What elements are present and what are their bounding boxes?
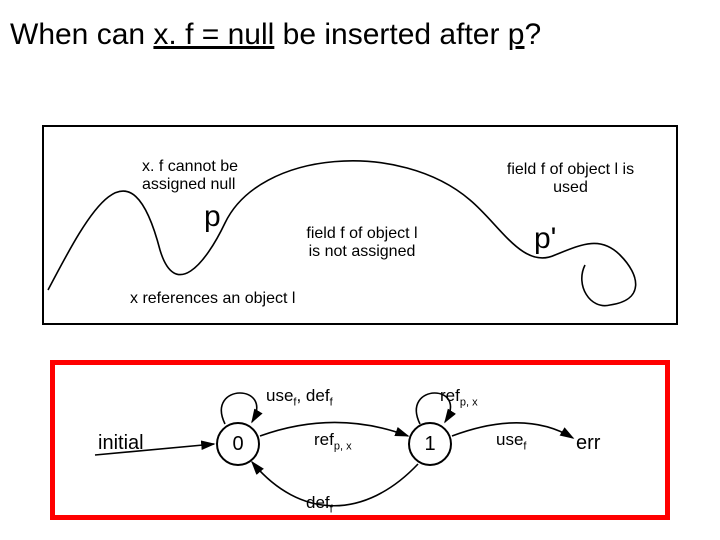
annotation-not-assigned: field f of object lis not assigned xyxy=(282,225,442,260)
title-u1: x. f = null xyxy=(153,18,274,51)
label-refpx-loop: refp, x xyxy=(440,386,478,408)
state-err: err xyxy=(576,432,600,455)
p-label: p xyxy=(204,200,221,234)
label-deff: deff xyxy=(306,493,333,515)
annotation-references: x references an object l xyxy=(130,290,295,308)
slide-title: When can x. f = null be inserted after p… xyxy=(10,18,541,52)
title-mid: be inserted after xyxy=(274,18,507,51)
title-pre: When can xyxy=(10,18,153,51)
annotation-used: field f of object l isused xyxy=(488,161,653,196)
state-1: 1 xyxy=(408,422,452,466)
annotation-cannot-assign: x. f cannot beassigned null xyxy=(142,158,272,193)
label-refpx-top: refp, x xyxy=(314,430,352,452)
label-usef: usef xyxy=(496,430,526,452)
title-u2: p xyxy=(508,18,525,51)
initial-label: initial xyxy=(98,432,144,455)
state-0: 0 xyxy=(216,422,260,466)
label-usedef: usef, deff xyxy=(266,386,333,408)
title-post: ? xyxy=(524,18,541,51)
p-prime-label: p' xyxy=(534,222,556,256)
